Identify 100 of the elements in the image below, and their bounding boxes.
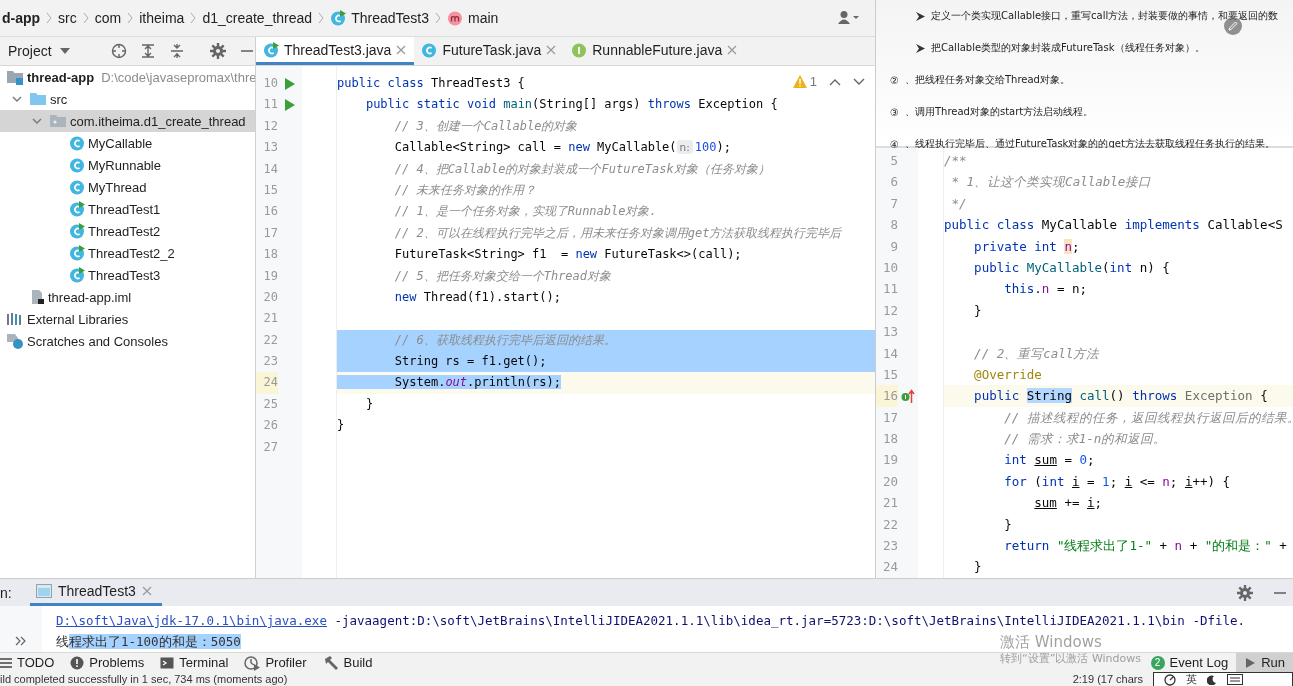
warning-circle-icon	[70, 655, 85, 670]
tool-window-title: n:	[0, 584, 12, 601]
status-message: ild completed successfully in 1 sec, 734 ms (moments ago)	[0, 673, 288, 685]
runnable-class-icon	[69, 245, 85, 261]
settings-icon[interactable]	[1237, 584, 1253, 601]
line-number: 7	[889, 194, 898, 213]
breadcrumb[interactable]: ThreadTest3	[330, 10, 429, 26]
breadcrumb[interactable]: d-app	[2, 10, 41, 26]
editor-tab[interactable]: FutureTask.java	[414, 37, 565, 65]
tool-window-tab[interactable]: Problems	[62, 653, 153, 672]
double-chevron-icon[interactable]	[15, 636, 27, 646]
tree-item[interactable]: ThreadTest2	[0, 220, 255, 242]
line-number: 17	[881, 408, 898, 427]
next-icon[interactable]	[853, 77, 865, 86]
line-number: 23	[262, 353, 278, 371]
run-icon	[1244, 656, 1257, 669]
tool-window-tab[interactable]: TODO	[0, 653, 63, 672]
tree-item[interactable]: ThreadTest1	[0, 198, 255, 220]
settings-icon[interactable]	[210, 43, 226, 59]
close-icon[interactable]	[141, 586, 152, 596]
code-line: public MyCallable(int n) {	[973, 258, 1170, 277]
breadcrumb[interactable]: itheima	[139, 10, 185, 26]
breadcrumb[interactable]: main	[446, 10, 499, 26]
code-line: // 2、重写call方法	[973, 344, 1100, 363]
code-line: private int n;	[973, 237, 1080, 256]
line-number: 5	[889, 152, 898, 170]
step-number: ④	[890, 138, 899, 150]
tool-window-tab[interactable]: Run	[1236, 653, 1293, 672]
step-number: ③	[890, 106, 899, 118]
tool-window-tab[interactable]: 2 Event Log	[1142, 653, 1237, 672]
tree-item[interactable]: ThreadTest2_2	[0, 242, 255, 264]
tool-window-tab[interactable]: Build	[314, 653, 381, 672]
line-number: 24	[881, 558, 898, 577]
line-number: 15	[881, 365, 898, 384]
line-number: 19	[262, 267, 278, 285]
breadcrumb[interactable]: com	[94, 10, 122, 26]
slide-text: 、调用Thread对象的start方法启动线程。	[904, 105, 1094, 119]
class-icon	[69, 157, 85, 173]
code-line: // 4、把Callable的对象封装成一个FutureTask对象（任务对象）	[393, 160, 770, 178]
terminal-icon	[160, 655, 175, 670]
expand-all-icon[interactable]	[140, 43, 156, 59]
line-number: 14	[881, 344, 898, 363]
code-line: public static void main(String[] args) throws Exception {	[364, 96, 778, 114]
code-line: public class ThreadTest3 {	[337, 75, 525, 92]
editor-tab[interactable]: RunnableFuture.java	[564, 37, 746, 65]
line-number: 21	[262, 310, 278, 328]
tree-item[interactable]: ThreadTest3	[0, 264, 255, 286]
close-icon[interactable]	[546, 44, 557, 55]
line-number: 14	[262, 160, 278, 178]
tree-item[interactable]: MyRunnable	[0, 154, 255, 176]
line-number: 13	[262, 139, 278, 157]
override-icon[interactable]	[901, 389, 915, 403]
run-icon[interactable]	[285, 77, 295, 90]
collapse-all-icon[interactable]	[169, 43, 185, 59]
run-icon[interactable]	[285, 99, 295, 112]
code-line: */	[950, 194, 967, 213]
caret-down-icon	[59, 48, 70, 54]
tree-item[interactable]: com.itheima.d1_create_thread	[0, 110, 255, 132]
tool-window-tab[interactable]: Profiler	[236, 653, 315, 672]
tree-item[interactable]: External Libraries	[0, 308, 255, 330]
tree-item[interactable]: MyThread	[0, 176, 255, 198]
tree-item[interactable]: MyCallable	[0, 132, 255, 154]
user-icon[interactable]	[838, 10, 860, 26]
code-line: for (int i = 1; i <= n; i++) {	[1003, 472, 1231, 491]
runnable-class-icon	[330, 10, 347, 26]
line-number: 9	[889, 237, 898, 256]
package-icon	[49, 113, 67, 129]
locate-icon[interactable]	[111, 43, 127, 59]
tree-item[interactable]: src	[0, 88, 255, 110]
input-method[interactable]: 英	[1186, 672, 1197, 686]
previous-icon[interactable]	[829, 77, 841, 86]
breadcrumb[interactable]: src	[58, 10, 77, 26]
close-icon[interactable]	[727, 44, 738, 55]
line-number: 12	[881, 301, 898, 320]
editor-tab[interactable]: ThreadTest3.java	[256, 37, 415, 65]
slide-text: 把Callable类型的对象封装成FutureTask（线程任务对象）。	[931, 41, 1205, 55]
line-number: 26	[262, 417, 278, 435]
tree-item[interactable]: Scratches and Consoles	[0, 330, 255, 352]
console-icon	[36, 584, 52, 598]
activation-notice-text: 转到“设置”以激活 Windows	[1000, 652, 1141, 666]
line-number: 13	[881, 323, 898, 342]
code-line: }	[337, 417, 345, 435]
breadcrumb[interactable]: d1_create_thread	[202, 10, 313, 26]
runnable-class-icon	[69, 223, 85, 239]
line-number: 8	[889, 216, 898, 235]
tree-item[interactable]: thread-app.iml	[0, 286, 255, 308]
project-view-dropdown[interactable]: Project	[8, 43, 97, 59]
caret-position: 2:19 (17 chars	[1072, 673, 1143, 685]
code-line: // 3、创建一个Callable的对象	[393, 117, 578, 135]
code-line: // 描述线程的任务，返回线程执行返回后的结果。	[1003, 408, 1293, 427]
code-line: }	[973, 301, 982, 320]
tool-window-tab[interactable]: Terminal	[152, 653, 237, 672]
code-line: @Override	[973, 365, 1042, 384]
activation-notice-title: 激活 Windows	[1000, 634, 1102, 651]
code-line: Callable<String> call = new MyCallable( n: 100);	[393, 139, 731, 157]
close-icon[interactable]	[396, 44, 407, 55]
line-number: 24	[256, 372, 278, 394]
line-number: 22	[262, 331, 278, 349]
line-number: 25	[262, 395, 278, 413]
warning-count[interactable]: 1	[792, 74, 817, 89]
